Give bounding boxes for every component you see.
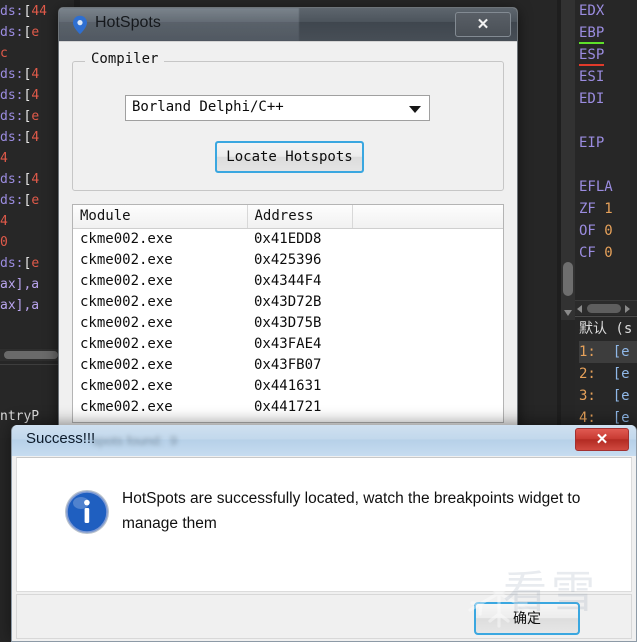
results-table-container[interactable]: Module Address ckme002.exe 0x41EDD8 ckme00… xyxy=(72,204,504,423)
hotspots-close-button[interactable]: ✕ xyxy=(455,12,511,37)
hotspots-body: Compiler Borland Delphi/C++ Locate Hotsp… xyxy=(59,41,517,430)
table-row[interactable]: ckme002.exe 0x4344F4 xyxy=(73,270,503,291)
cell-module: ckme002.exe xyxy=(80,251,173,268)
cell-extra xyxy=(352,228,503,249)
compiler-groupbox: Compiler Borland Delphi/C++ Locate Hotsp… xyxy=(72,51,504,191)
ok-button[interactable]: 确定 xyxy=(474,602,580,635)
results-table: Module Address ckme002.exe 0x41EDD8 ckme00… xyxy=(73,205,503,417)
table-header-row: Module Address xyxy=(73,205,503,229)
locate-hotspots-button[interactable]: Locate Hotspots xyxy=(215,141,364,173)
cell-extra xyxy=(352,312,503,333)
cell-address: 0x441631 xyxy=(254,377,322,394)
blurred-background-text: spots found: 9 xyxy=(92,433,178,448)
compiler-select[interactable]: Borland Delphi/C++ xyxy=(125,95,430,121)
cell-module: ckme002.exe xyxy=(80,335,173,352)
cell-module: ckme002.exe xyxy=(80,377,173,394)
table-row[interactable]: ckme002.exe 0x441721 xyxy=(73,396,503,417)
register-efla[interactable]: EFLA xyxy=(579,176,637,198)
stack-row[interactable]: 2: [e xyxy=(579,363,637,385)
cell-module: ckme002.exe xyxy=(80,314,173,331)
cell-module: ckme002.exe xyxy=(80,356,173,373)
cell-address: 0x4344F4 xyxy=(254,272,322,289)
stack-header-label: 默认 (s xyxy=(579,321,633,337)
cell-address: 0x43D72B xyxy=(254,293,322,310)
register-esp[interactable]: ESP xyxy=(579,44,637,66)
cell-extra xyxy=(352,354,503,375)
disassembly-hscrollbar[interactable] xyxy=(0,349,66,361)
column-header-extra[interactable] xyxy=(352,205,503,229)
cell-address: 0x425396 xyxy=(254,251,322,268)
screen-root: ds:[44 ds:[e c ds:[4 ds:[4 ds:[e ds:[4 4 ds:[4 ds… xyxy=(0,0,637,642)
register-pane[interactable]: EDX EBP ESP ESI EDI EIP EFLA ZF 1 OF 0 CF 0 xyxy=(575,0,637,300)
success-footer: 确定 xyxy=(16,594,632,639)
success-content: HotSpots are successfully located, watch… xyxy=(16,457,632,592)
register-of[interactable]: OF 0 xyxy=(579,220,637,242)
cell-extra xyxy=(352,396,503,417)
table-row[interactable]: ckme002.exe 0x43FAE4 xyxy=(73,333,503,354)
chevron-left-icon[interactable] xyxy=(577,305,582,313)
cell-module: ckme002.exe xyxy=(80,272,173,289)
compiler-select-value: Borland Delphi/C++ xyxy=(132,99,284,115)
success-titlebar[interactable]: spots found: 9 Success!!! ✕ xyxy=(12,425,636,456)
hotspots-title-label: HotSpots xyxy=(95,14,161,31)
cell-module: ckme002.exe xyxy=(80,230,173,247)
success-message: HotSpots are successfully located, watch… xyxy=(122,490,581,532)
entry-point-label: ntryP xyxy=(0,409,40,424)
success-title-label: Success!!! xyxy=(26,430,96,447)
cell-module: ckme002.exe xyxy=(80,398,173,415)
cell-address: 0x43D75B xyxy=(254,314,322,331)
cell-address: 0x441721 xyxy=(254,398,322,415)
scrollbar-thumb[interactable] xyxy=(587,304,621,313)
column-header-address[interactable]: Address xyxy=(247,205,353,229)
stack-row[interactable]: 1: [e xyxy=(579,341,637,363)
register-spacer xyxy=(579,110,637,132)
cell-extra xyxy=(352,333,503,354)
cell-extra xyxy=(352,249,503,270)
map-pin-icon xyxy=(71,15,89,35)
table-row[interactable]: ckme002.exe 0x41EDD8 xyxy=(73,228,503,249)
cell-address: 0x43FB07 xyxy=(254,356,322,373)
success-close-button[interactable]: ✕ xyxy=(575,428,629,451)
chevron-down-icon[interactable] xyxy=(409,106,421,113)
register-eip[interactable]: EIP xyxy=(579,132,637,154)
register-spacer xyxy=(579,154,637,176)
cell-extra xyxy=(352,375,503,396)
register-esi[interactable]: ESI xyxy=(579,66,637,88)
register-vscrollbar[interactable] xyxy=(561,0,575,320)
register-hscrollbar[interactable] xyxy=(575,300,637,315)
register-zf[interactable]: ZF 1 xyxy=(579,198,637,220)
compiler-group-legend: Compiler xyxy=(85,51,165,67)
register-cf[interactable]: CF 0 xyxy=(579,242,637,264)
success-dialog: spots found: 9 Success!!! ✕ HotSpots are… xyxy=(11,425,637,642)
chevron-right-icon[interactable] xyxy=(625,305,630,313)
table-row[interactable]: ckme002.exe 0x441631 xyxy=(73,375,503,396)
column-header-module[interactable]: Module xyxy=(73,205,248,229)
table-row[interactable]: ckme002.exe 0x43D75B xyxy=(73,312,503,333)
hotspots-titlebar[interactable]: HotSpots ✕ xyxy=(59,8,517,41)
register-edx[interactable]: EDX xyxy=(579,0,637,22)
table-row[interactable]: ckme002.exe 0x425396 xyxy=(73,249,503,270)
stack-row[interactable]: 3: [e xyxy=(579,385,637,407)
cell-extra xyxy=(352,270,503,291)
cell-address: 0x41EDD8 xyxy=(254,230,322,247)
cell-address: 0x43FAE4 xyxy=(254,335,322,352)
chevron-down-icon[interactable] xyxy=(564,310,572,316)
scrollbar-thumb[interactable] xyxy=(4,351,58,359)
hotspots-window: HotSpots ✕ Compiler Borland Delphi/C++ L… xyxy=(58,7,518,431)
info-icon xyxy=(63,488,111,536)
register-ebp[interactable]: EBP xyxy=(579,22,637,44)
register-edi[interactable]: EDI xyxy=(579,88,637,110)
table-row[interactable]: ckme002.exe 0x43FB07 xyxy=(73,354,503,375)
cell-extra xyxy=(352,291,503,312)
table-row[interactable]: ckme002.exe 0x43D72B xyxy=(73,291,503,312)
stack-pane[interactable]: 默认 (s 1: [e2: [e3: [e4: [e5: [e xyxy=(575,316,637,440)
scrollbar-thumb[interactable] xyxy=(563,262,573,296)
cell-module: ckme002.exe xyxy=(80,293,173,310)
